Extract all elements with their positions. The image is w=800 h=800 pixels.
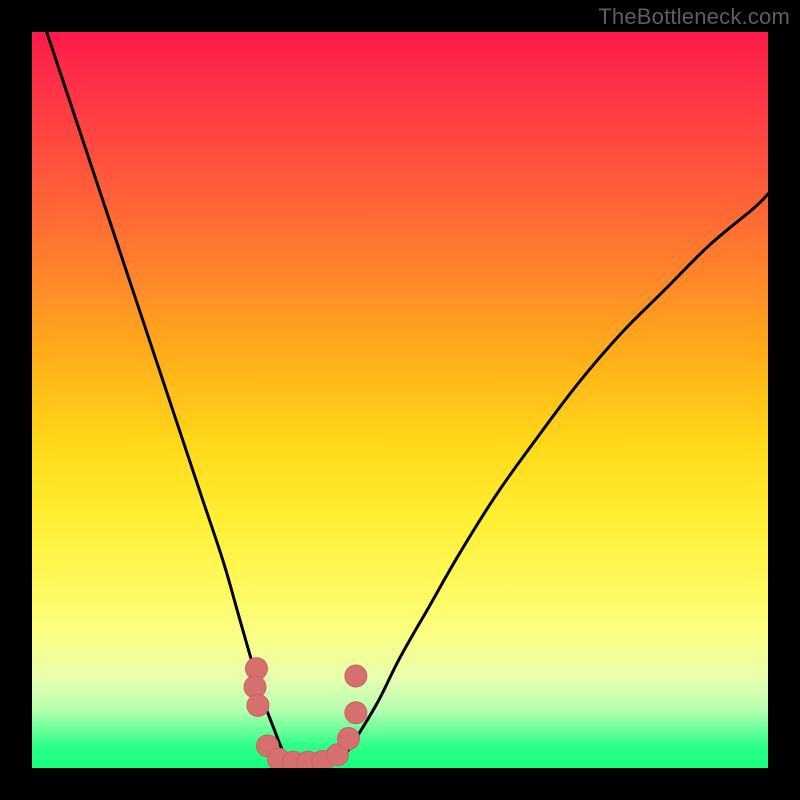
right-curve xyxy=(341,194,768,761)
left-curve xyxy=(47,32,290,761)
valley-dots xyxy=(244,658,367,768)
watermark-text: TheBottleneck.com xyxy=(598,4,790,30)
chart-frame: TheBottleneck.com xyxy=(0,0,800,800)
plot-area xyxy=(32,32,768,768)
curve-layer xyxy=(32,32,768,768)
valley-marker xyxy=(345,665,367,687)
valley-marker xyxy=(337,728,359,750)
valley-marker xyxy=(247,694,269,716)
valley-marker xyxy=(345,702,367,724)
